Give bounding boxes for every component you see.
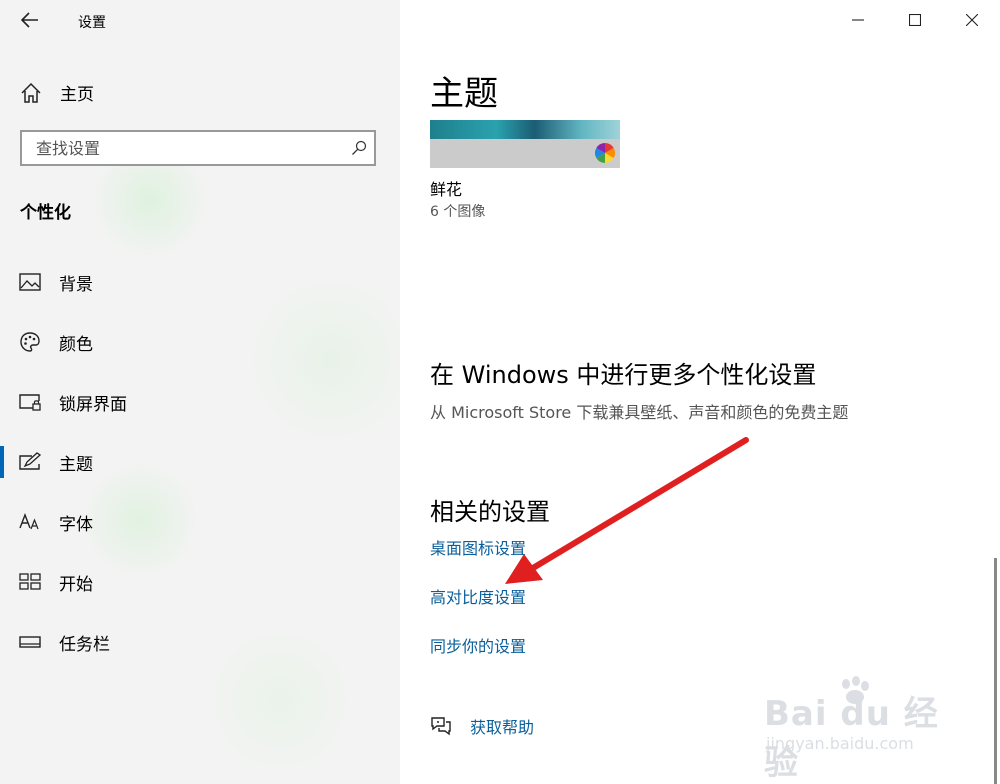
sidebar-item-label: 主题 bbox=[59, 454, 93, 475]
sidebar-item-label: 颜色 bbox=[59, 334, 93, 355]
start-icon bbox=[19, 571, 41, 593]
get-help-link[interactable]: 获取帮助 bbox=[430, 714, 534, 738]
taskbar-icon bbox=[19, 631, 41, 653]
chat-help-icon bbox=[431, 717, 451, 736]
sidebar-item-label: 字体 bbox=[59, 514, 93, 535]
search-input[interactable] bbox=[22, 137, 344, 159]
close-icon bbox=[965, 14, 978, 26]
sidebar: 设置 主页 个性化 背景 颜色 锁屏界面 bbox=[0, 0, 400, 784]
sidebar-item-start[interactable]: 开始 bbox=[0, 562, 400, 602]
sync-settings-link[interactable]: 同步你的设置 bbox=[430, 633, 526, 657]
sidebar-item-background[interactable]: 背景 bbox=[0, 262, 400, 302]
home-label: 主页 bbox=[60, 85, 94, 105]
minimize-button[interactable] bbox=[829, 0, 886, 40]
theme-image-count: 6 个图像 bbox=[430, 204, 486, 220]
search-box[interactable] bbox=[20, 130, 376, 166]
sidebar-item-label: 开始 bbox=[59, 574, 93, 595]
sidebar-item-label: 背景 bbox=[59, 274, 93, 295]
minimize-icon bbox=[851, 19, 864, 21]
selected-indicator bbox=[0, 446, 4, 478]
palette-icon bbox=[19, 331, 41, 353]
maximize-icon bbox=[908, 14, 921, 26]
home-item[interactable]: 主页 bbox=[20, 80, 94, 105]
high-contrast-settings-link[interactable]: 高对比度设置 bbox=[430, 584, 526, 608]
window-controls bbox=[829, 0, 1000, 40]
theme-thumbnail[interactable] bbox=[430, 120, 620, 168]
image-icon bbox=[19, 271, 41, 293]
page-title: 主题 bbox=[430, 74, 498, 114]
sidebar-item-fonts[interactable]: 字体 bbox=[0, 502, 400, 542]
related-settings-title: 相关的设置 bbox=[430, 498, 550, 526]
sidebar-item-themes[interactable]: 主题 bbox=[0, 442, 400, 482]
back-arrow-icon bbox=[21, 12, 38, 28]
get-help-label: 获取帮助 bbox=[470, 718, 535, 737]
watermark-url: jingyan.baidu.com bbox=[766, 734, 914, 753]
sidebar-item-lockscreen[interactable]: 锁屏界面 bbox=[0, 382, 400, 422]
font-icon bbox=[19, 511, 41, 533]
section-title: 个性化 bbox=[20, 203, 71, 223]
sidebar-item-label: 锁屏界面 bbox=[59, 394, 127, 415]
color-wheel-icon bbox=[595, 143, 615, 163]
sidebar-item-taskbar[interactable]: 任务栏 bbox=[0, 622, 400, 662]
search-icon[interactable] bbox=[344, 133, 374, 163]
scrollbar[interactable] bbox=[994, 558, 997, 784]
sidebar-item-label: 任务栏 bbox=[59, 634, 110, 655]
close-button[interactable] bbox=[943, 0, 1000, 40]
maximize-button[interactable] bbox=[886, 0, 943, 40]
more-personalization-subtitle: 从 Microsoft Store 下载兼具壁纸、声音和颜色的免费主题 bbox=[430, 403, 849, 422]
home-icon bbox=[21, 82, 41, 103]
back-button[interactable] bbox=[18, 8, 42, 32]
sidebar-item-colors[interactable]: 颜色 bbox=[0, 322, 400, 362]
lock-screen-icon bbox=[19, 391, 41, 413]
desktop-icon-settings-link[interactable]: 桌面图标设置 bbox=[430, 535, 526, 559]
baidu-watermark: Bai du 经验 jingyan.baidu.com bbox=[764, 676, 954, 783]
theme-name: 鲜花 bbox=[430, 180, 463, 199]
theme-icon bbox=[19, 451, 41, 473]
more-personalization-title: 在 Windows 中进行更多个性化设置 bbox=[430, 361, 817, 389]
window-title: 设置 bbox=[78, 15, 106, 31]
